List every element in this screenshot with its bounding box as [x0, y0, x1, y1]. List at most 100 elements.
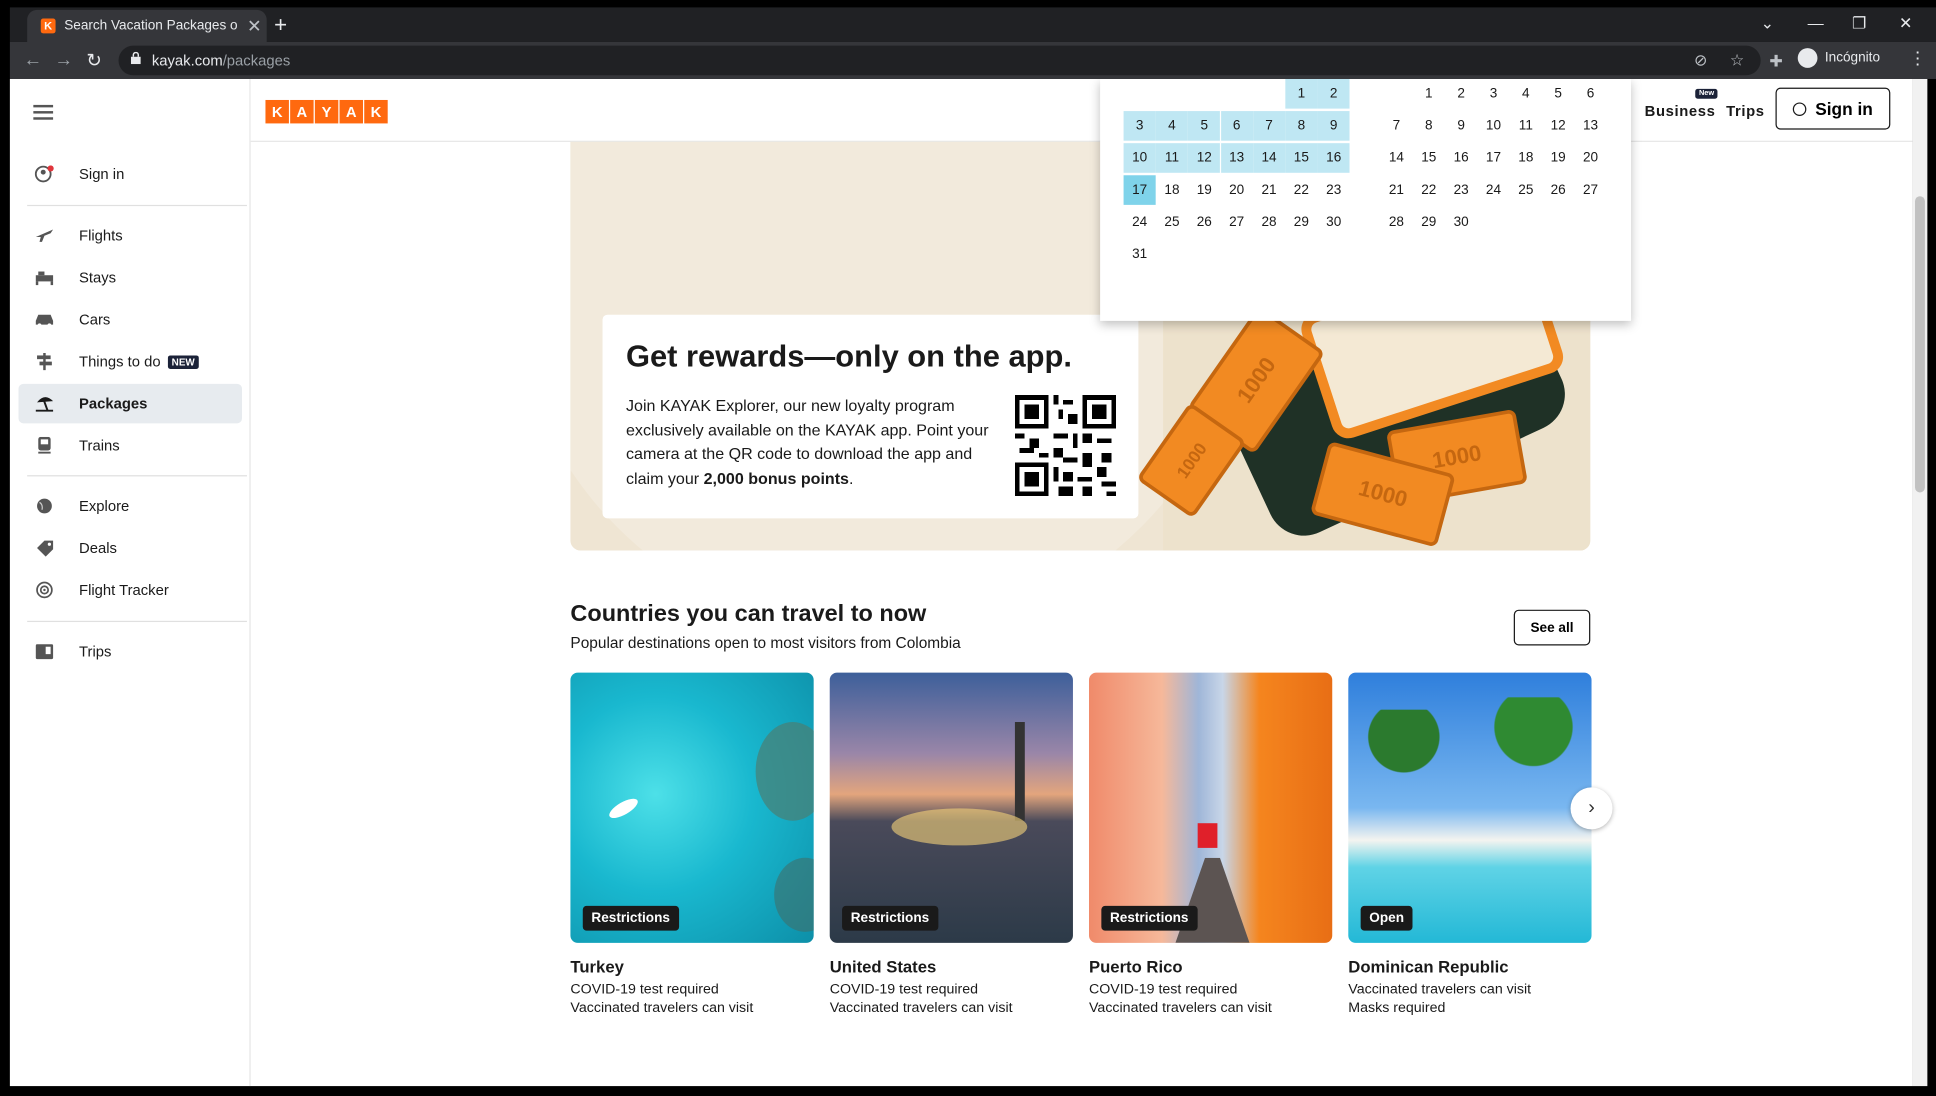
calendar-day[interactable]: 16: [1445, 143, 1477, 173]
calendar-day[interactable]: 3: [1123, 111, 1156, 141]
calendar-day[interactable]: 20: [1221, 175, 1253, 205]
sidebar-item-flights[interactable]: Flights: [19, 216, 242, 255]
calendar-day[interactable]: 28: [1253, 207, 1285, 237]
sidebar-item-deals[interactable]: Deals: [19, 528, 242, 567]
business-link[interactable]: Business: [1645, 102, 1716, 119]
browser-tab[interactable]: K Search Vacation Packages on KAYAK ✕: [27, 9, 267, 42]
calendar-day[interactable]: 6: [1220, 111, 1253, 141]
calendar-day[interactable]: 22: [1413, 175, 1445, 205]
sidebar-item-stays[interactable]: Stays: [19, 258, 242, 297]
country-card-puerto-rico[interactable]: Restrictions Puerto Rico COVID-19 test r…: [1089, 672, 1333, 1016]
calendar-day[interactable]: 4: [1510, 79, 1542, 109]
country-card-united-states[interactable]: Restrictions United States COVID-19 test…: [829, 672, 1073, 1016]
back-icon[interactable]: ←: [23, 49, 42, 70]
calendar-day[interactable]: 19: [1188, 175, 1220, 205]
eye-off-icon[interactable]: ⊘: [1694, 51, 1707, 71]
calendar-day[interactable]: 30: [1445, 207, 1477, 237]
kayak-logo[interactable]: K A Y A K: [265, 99, 388, 124]
calendar-day[interactable]: 8: [1285, 111, 1318, 141]
calendar-day[interactable]: 22: [1285, 175, 1317, 205]
sidebar-item-trains[interactable]: Trains: [19, 426, 242, 465]
calendar-day[interactable]: 5: [1542, 79, 1574, 109]
calendar-day[interactable]: 30: [1318, 207, 1350, 237]
calendar-day[interactable]: 16: [1317, 143, 1350, 173]
calendar-day[interactable]: 14: [1252, 143, 1286, 173]
calendar-day[interactable]: 18: [1510, 143, 1542, 173]
calendar-day[interactable]: 27: [1221, 207, 1253, 237]
incognito-profile[interactable]: Incógnito: [1797, 48, 1880, 68]
calendar-day[interactable]: 2: [1317, 78, 1350, 109]
calendar-day[interactable]: 25: [1156, 207, 1188, 237]
calendar-day[interactable]: 11: [1155, 143, 1189, 173]
calendar-day[interactable]: 7: [1252, 111, 1286, 141]
calendar-day[interactable]: 26: [1542, 175, 1574, 205]
calendar-day[interactable]: 24: [1477, 175, 1509, 205]
calendar-day[interactable]: 29: [1285, 207, 1317, 237]
calendar-day[interactable]: 28: [1380, 207, 1412, 237]
close-tab-icon[interactable]: ✕: [247, 15, 261, 36]
calendar-day[interactable]: 21: [1380, 175, 1412, 205]
page-scrollbar[interactable]: [1912, 78, 1928, 1087]
forward-icon[interactable]: →: [54, 49, 73, 70]
calendar-day[interactable]: 20: [1574, 143, 1606, 173]
calendar-day[interactable]: 13: [1574, 111, 1606, 141]
sidebar-item-packages[interactable]: Packages: [18, 383, 243, 424]
calendar-day[interactable]: 9: [1317, 111, 1350, 141]
calendar-day[interactable]: 24: [1124, 207, 1156, 237]
calendar-day[interactable]: 12: [1188, 143, 1221, 173]
calendar-day[interactable]: 2: [1445, 79, 1477, 109]
calendar-day[interactable]: 31: [1124, 239, 1156, 269]
calendar-day[interactable]: 18: [1156, 175, 1188, 205]
calendar-day[interactable]: 8: [1413, 111, 1445, 141]
calendar-day[interactable]: 13: [1220, 143, 1253, 173]
calendar-day[interactable]: 27: [1574, 175, 1606, 205]
calendar-day[interactable]: 1: [1285, 78, 1318, 109]
see-all-button[interactable]: See all: [1513, 609, 1591, 646]
close-window-icon[interactable]: ✕: [1899, 14, 1912, 34]
new-tab-icon[interactable]: +: [274, 12, 287, 38]
calendar-day[interactable]: 7: [1380, 111, 1412, 141]
calendar-day[interactable]: 5: [1188, 111, 1221, 141]
carousel-next-button[interactable]: ›: [1570, 787, 1613, 830]
sidebar-signin[interactable]: Sign in: [19, 154, 242, 193]
calendar-day[interactable]: 10: [1123, 143, 1156, 173]
address-bar[interactable]: kayak.com/packages ⊘ ☆: [118, 45, 1761, 76]
sidebar-item-things-to-do[interactable]: Things to do NEW: [19, 342, 242, 381]
extensions-icon[interactable]: ✚: [1769, 52, 1782, 72]
reload-icon[interactable]: ↻: [86, 49, 102, 72]
calendar-day[interactable]: 1: [1413, 79, 1445, 109]
calendar-day[interactable]: 25: [1510, 175, 1542, 205]
calendar-day[interactable]: 10: [1477, 111, 1509, 141]
restore-icon[interactable]: ❐: [1852, 14, 1866, 34]
signin-button[interactable]: Sign in: [1775, 87, 1891, 130]
sidebar-item-trips[interactable]: Trips: [19, 632, 242, 671]
calendar-day[interactable]: 17: [1477, 143, 1509, 173]
country-card-dominican-republic[interactable]: Open Dominican Republic Vaccinated trave…: [1348, 672, 1592, 1016]
hamburger-menu-icon[interactable]: [33, 101, 54, 123]
calendar-day[interactable]: 15: [1413, 143, 1445, 173]
calendar-day[interactable]: 12: [1542, 111, 1574, 141]
tab-search-icon[interactable]: ⌄: [1761, 14, 1774, 34]
calendar-day[interactable]: 11: [1510, 111, 1542, 141]
calendar-day[interactable]: 29: [1413, 207, 1445, 237]
country-card-turkey[interactable]: Restrictions Turkey COVID-19 test requir…: [570, 672, 814, 1016]
calendar-day[interactable]: 3: [1477, 79, 1509, 109]
trips-link[interactable]: Trips: [1726, 102, 1765, 119]
calendar-day[interactable]: 15: [1285, 143, 1318, 173]
calendar-day[interactable]: 4: [1155, 111, 1189, 141]
minimize-icon[interactable]: —: [1808, 14, 1824, 33]
calendar-day[interactable]: 23: [1445, 175, 1477, 205]
sidebar-item-cars[interactable]: Cars: [19, 300, 242, 339]
calendar-day[interactable]: 9: [1445, 111, 1477, 141]
sidebar-item-explore[interactable]: Explore: [19, 486, 242, 525]
calendar-day[interactable]: 19: [1542, 143, 1574, 173]
star-icon[interactable]: ☆: [1730, 51, 1744, 71]
sidebar-item-flight-tracker[interactable]: Flight Tracker: [19, 570, 242, 609]
scrollbar-thumb[interactable]: [1915, 196, 1925, 493]
calendar-day[interactable]: 17: [1123, 175, 1156, 205]
calendar-day[interactable]: 21: [1253, 175, 1285, 205]
calendar-day[interactable]: 6: [1574, 79, 1606, 109]
calendar-day[interactable]: 26: [1188, 207, 1220, 237]
calendar-day[interactable]: 23: [1318, 175, 1350, 205]
calendar-day[interactable]: 14: [1380, 143, 1412, 173]
